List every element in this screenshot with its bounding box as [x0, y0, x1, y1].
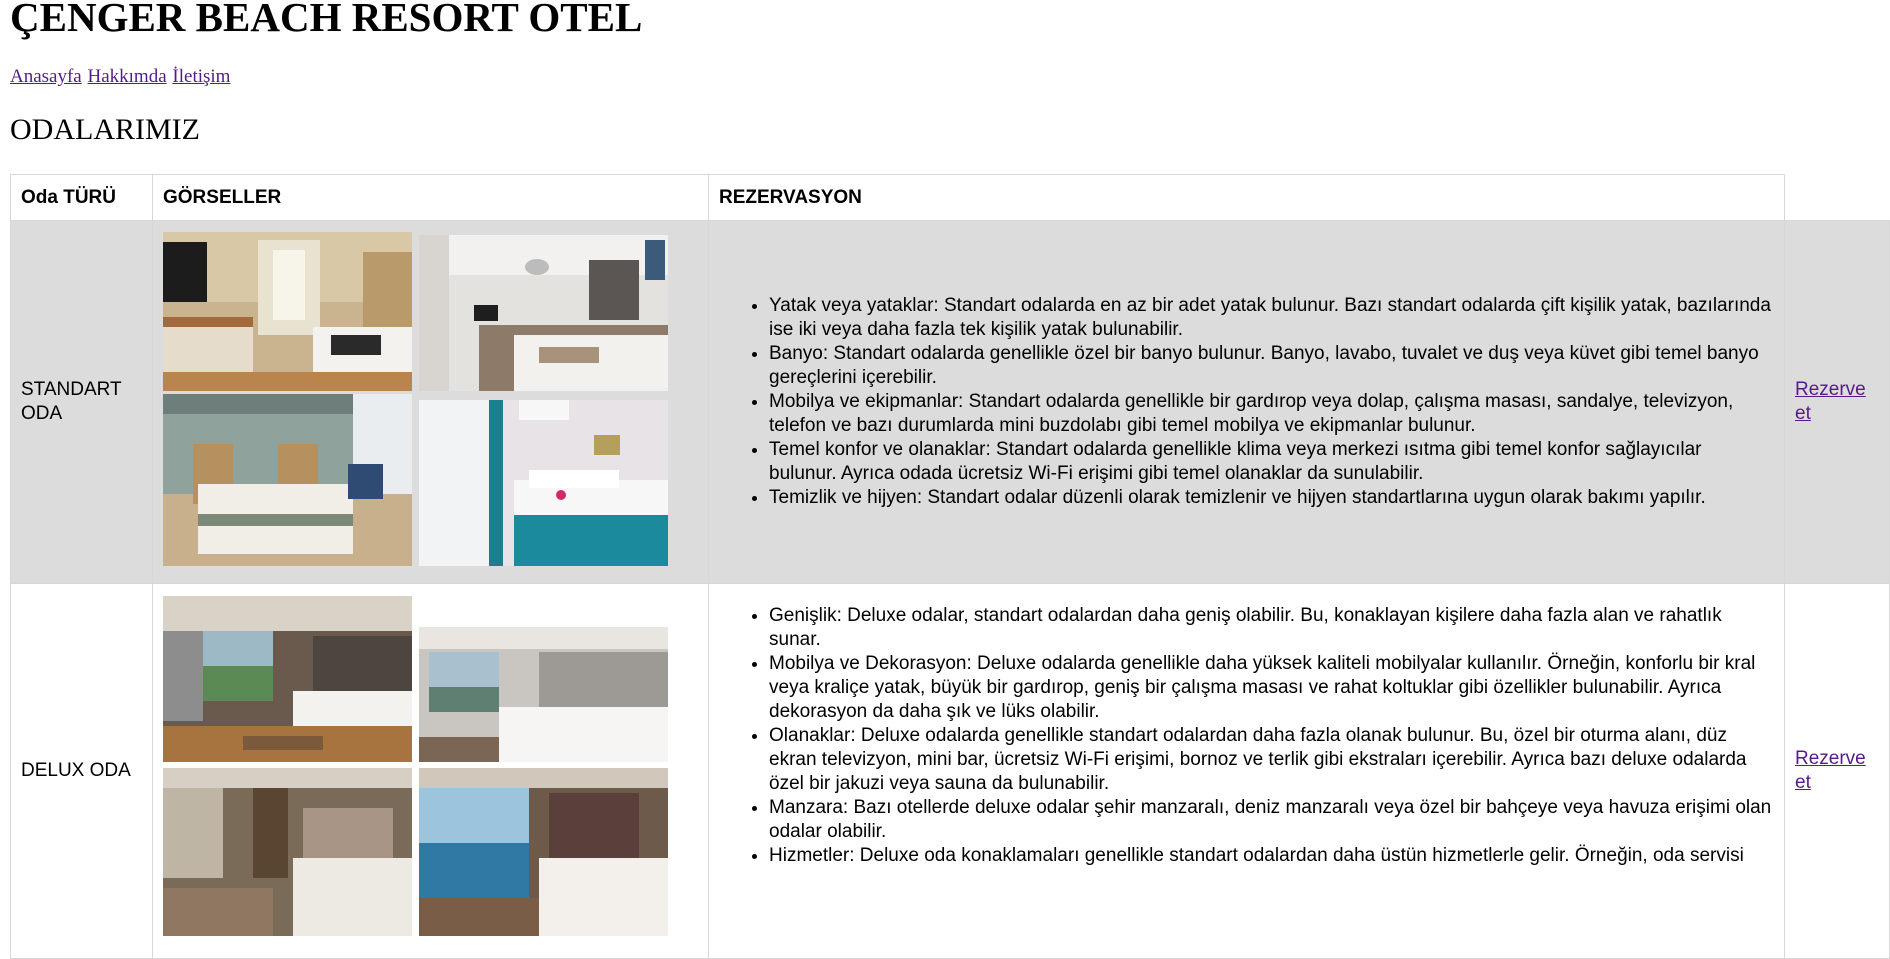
nav-link-home[interactable]: Anasayfa [10, 66, 82, 87]
room-type-cell: DELUX ODA [10, 583, 153, 959]
room-type-cell: STANDART ODA [10, 220, 153, 584]
list-item: Banyo: Standart odalarda genellikle özel… [769, 342, 1774, 390]
list-item: Yatak veya yataklar: Standart odalarda e… [769, 294, 1774, 342]
room-feature-list: Genişlik: Deluxe odalar, standart odalar… [719, 604, 1774, 868]
room-image-grid [163, 232, 673, 572]
list-item: Genişlik: Deluxe odalar, standart odalar… [769, 604, 1774, 652]
room-photo [419, 235, 668, 391]
room-photo [163, 232, 412, 391]
header-empty [1784, 174, 1890, 221]
room-photo [163, 596, 412, 762]
table-row-standard: STANDART ODA • Yatak veya yataklar: Stan… [10, 220, 1890, 584]
header-images: GÖRSELLER [152, 174, 709, 221]
list-item: Hizmetler: Deluxe oda konaklamaları gene… [769, 844, 1774, 868]
rooms-table: Oda TÜRÜ GÖRSELLER REZERVASYON STANDART … [10, 174, 1890, 959]
room-photo [419, 627, 668, 762]
room-photo [419, 400, 668, 566]
room-photo [163, 768, 412, 936]
list-item: Mobilya ve ekipmanlar: Standart odalarda… [769, 390, 1774, 438]
room-images-cell [152, 220, 709, 584]
room-photo [163, 394, 412, 566]
section-title: ODALARIMIZ [10, 113, 200, 146]
list-item: Olanaklar: Deluxe odalarda genellikle st… [769, 724, 1774, 796]
nav-link-about[interactable]: Hakkımda [88, 66, 167, 87]
table-row-deluxe: DELUX ODA • Genişlik: Deluxe odalar, sta… [10, 583, 1890, 959]
reserve-cell: Rezerve et [1784, 583, 1890, 959]
room-image-grid [163, 596, 673, 936]
room-feature-list: Yatak veya yataklar: Standart odalarda e… [719, 294, 1774, 510]
header-reservation: REZERVASYON [708, 174, 1785, 221]
list-item: Temel konfor ve olanaklar: Standart odal… [769, 438, 1774, 486]
reserve-link-standard[interactable]: Rezerve et [1795, 379, 1866, 424]
list-item: Mobilya ve Dekorasyon: Deluxe odalarda g… [769, 652, 1774, 724]
list-item: Temizlik ve hijyen: Standart odalar düze… [769, 486, 1774, 510]
room-photo [419, 768, 668, 936]
table-header-row: Oda TÜRÜ GÖRSELLER REZERVASYON [10, 174, 1890, 221]
header-room-type: Oda TÜRÜ [10, 174, 153, 221]
room-description-cell: Yatak veya yataklar: Standart odalarda e… [708, 220, 1785, 584]
reserve-cell: Rezerve et [1784, 220, 1890, 584]
site-title: ÇENGER BEACH RESORT OTEL [10, 0, 643, 40]
reserve-link-deluxe[interactable]: Rezerve et [1795, 748, 1866, 793]
nav-link-contact[interactable]: İletişim [172, 66, 230, 87]
main-nav: Anasayfa Hakkımda İletişim [10, 66, 231, 88]
room-images-cell [152, 583, 709, 959]
room-description-cell: Genişlik: Deluxe odalar, standart odalar… [708, 583, 1785, 959]
list-item: Manzara: Bazı otellerde deluxe odalar şe… [769, 796, 1774, 844]
